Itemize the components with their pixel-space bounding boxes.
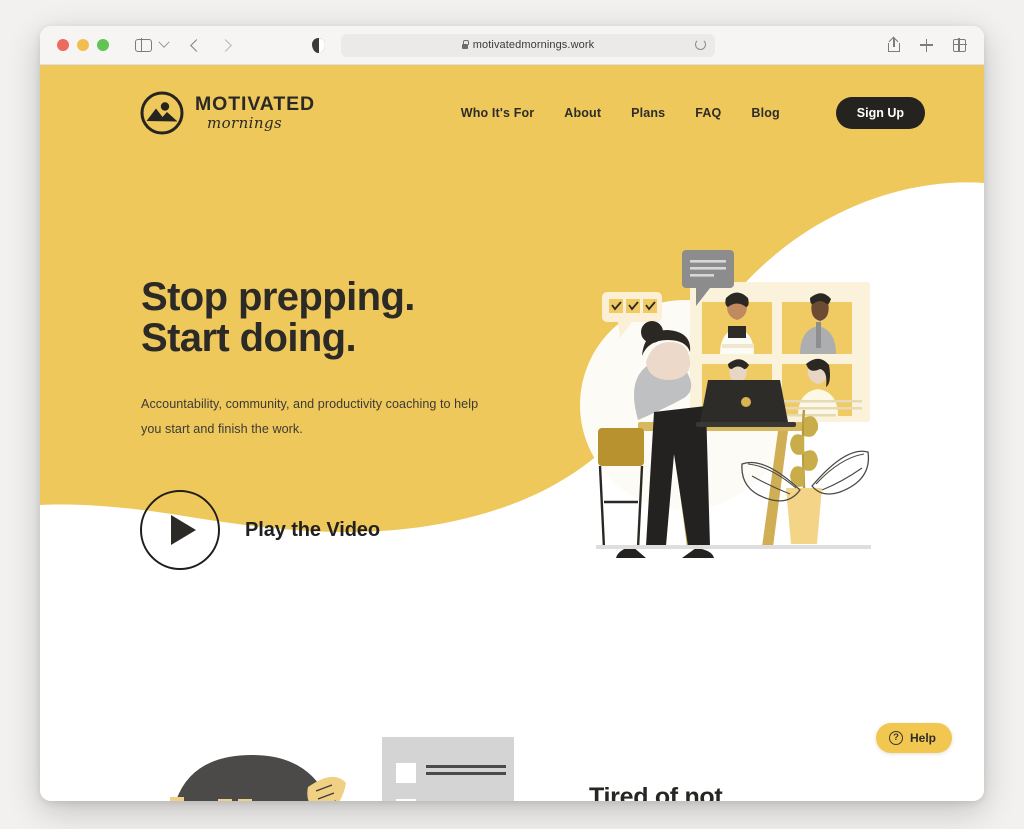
- logo-script: mornings: [207, 114, 283, 133]
- section2-title: Tired of not launching your business?: [589, 781, 984, 801]
- navigation-arrows: [190, 38, 232, 52]
- help-widget-button[interactable]: ? Help: [875, 723, 952, 753]
- logo-text: MOTIVATED mornings: [195, 92, 316, 133]
- url-text: motivatedmornings.work: [472, 39, 595, 51]
- logo-word: MOTIVATED: [195, 92, 316, 115]
- sidebar-icon: [135, 37, 152, 53]
- section2-title-line-1: Tired of not: [589, 783, 723, 801]
- section2-illustration: [170, 737, 514, 801]
- sidebar-toggle-button[interactable]: [135, 37, 152, 53]
- play-icon: [140, 490, 220, 570]
- minimize-window-button[interactable]: [77, 39, 89, 51]
- browser-toolbar: motivatedmornings.work: [40, 26, 984, 65]
- help-label: Help: [909, 731, 936, 745]
- browser-window: motivatedmornings.work MOTIVATED morning…: [40, 26, 984, 801]
- lock-icon: [461, 39, 469, 49]
- nav-item-blog[interactable]: Blog: [751, 106, 779, 120]
- tab-overview-icon[interactable]: [952, 38, 967, 52]
- hero-title: Stop prepping. Start doing.: [141, 277, 561, 359]
- site-header: MOTIVATED mornings Who It's For About Pl…: [40, 65, 984, 161]
- nav-item-who-its-for[interactable]: Who It's For: [461, 106, 535, 120]
- url-display: motivatedmornings.work: [461, 39, 595, 51]
- nav-item-about[interactable]: About: [564, 106, 601, 120]
- traffic-lights[interactable]: [57, 39, 109, 51]
- hero-copy: Stop prepping. Start doing. Accountabili…: [141, 277, 561, 442]
- site-logo[interactable]: MOTIVATED mornings: [140, 91, 315, 135]
- zoom-window-button[interactable]: [97, 39, 109, 51]
- hero-subtitle: Accountability, community, and productiv…: [141, 396, 479, 436]
- plus-icon[interactable]: [920, 38, 933, 52]
- question-mark-icon: ?: [888, 731, 903, 745]
- toolbar-right-icons: [888, 38, 967, 52]
- back-arrow-icon[interactable]: [190, 38, 203, 52]
- close-window-button[interactable]: [57, 39, 69, 51]
- play-video-button[interactable]: Play the Video: [140, 490, 380, 570]
- share-icon[interactable]: [888, 38, 900, 52]
- mountain-logo-icon: [140, 91, 184, 135]
- main-navigation: Who It's For About Plans FAQ Blog Sign U…: [461, 97, 925, 129]
- hero-title-line-2: Start doing.: [141, 315, 357, 360]
- nav-item-faq[interactable]: FAQ: [695, 106, 721, 120]
- reader-mode-icon[interactable]: [312, 37, 325, 53]
- nav-item-plans[interactable]: Plans: [631, 106, 665, 120]
- play-video-label: Play the Video: [245, 518, 380, 541]
- web-page: MOTIVATED mornings Who It's For About Pl…: [40, 65, 984, 801]
- hero-title-line-1: Stop prepping.: [141, 275, 415, 319]
- chevron-down-icon[interactable]: [158, 36, 170, 48]
- sign-up-button[interactable]: Sign Up: [835, 97, 925, 129]
- hero-illustration: [580, 250, 871, 558]
- address-bar[interactable]: motivatedmornings.work: [341, 33, 715, 57]
- reload-icon[interactable]: [695, 38, 706, 50]
- forward-arrow-icon[interactable]: [219, 38, 232, 52]
